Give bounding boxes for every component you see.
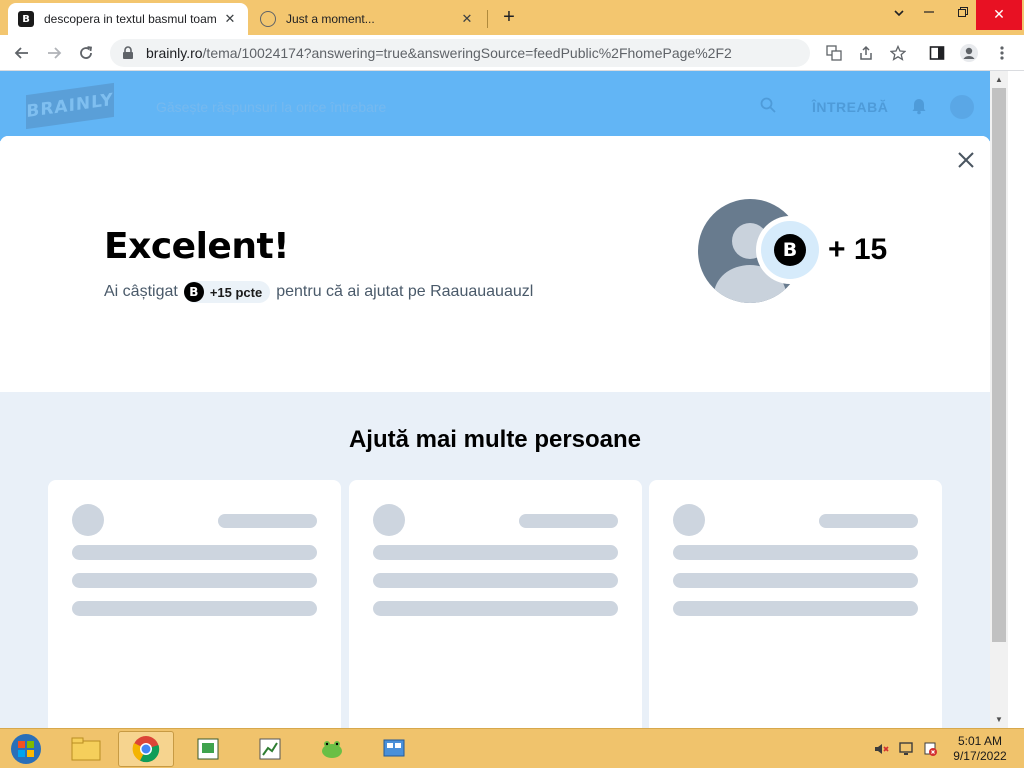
brainly-coin-icon: B <box>774 234 806 266</box>
taskbar-app-4[interactable] <box>366 731 422 767</box>
window-close-icon[interactable]: ✕ <box>976 0 1022 30</box>
clock-date: 9/17/2022 <box>953 749 1007 763</box>
taskbar-app-3[interactable] <box>304 731 360 767</box>
header-avatar[interactable] <box>950 95 974 119</box>
app-window-icon <box>197 738 219 760</box>
browser-tab-inactive[interactable]: Just a moment... ✕ <box>250 3 485 35</box>
taskbar-chrome[interactable] <box>118 731 174 767</box>
earned-suffix: pentru că ai ajutat pe Raauauauauzl <box>276 283 534 300</box>
chart-app-icon <box>259 738 281 760</box>
skeleton-line-short <box>519 514 618 528</box>
points-badge: B +15 pcte <box>183 281 271 303</box>
browser-tab-active[interactable]: B descopera in textul basmul toam ✕ <box>8 3 248 35</box>
reload-icon[interactable] <box>72 39 100 67</box>
web-page: BRAINLY Găsește răspunsuri la orice într… <box>0 71 1008 728</box>
earned-prefix: Ai câștigat <box>104 283 178 300</box>
taskbar-explorer[interactable] <box>58 731 114 767</box>
points-badge-label: +15 pcte <box>209 284 263 300</box>
skeleton-line <box>673 601 918 616</box>
browser-toolbar: brainly.ro/tema/10024174?answering=true&… <box>0 35 1024 71</box>
skeleton-line <box>72 545 317 560</box>
brainly-icon: B <box>18 11 34 27</box>
tab-close-icon[interactable]: ✕ <box>459 11 475 27</box>
scroll-down-arrow-icon[interactable]: ▼ <box>990 711 1008 728</box>
translate-icon[interactable] <box>820 39 848 67</box>
url-path: /tema/10024174?answering=true&answeringS… <box>202 45 732 61</box>
earned-points-message: Ai câștigat B +15 pcte pentru că ai ajut… <box>104 281 533 303</box>
tab-title: Just a moment... <box>286 12 375 26</box>
vertical-scrollbar[interactable]: ▲ ▼ <box>990 71 1008 728</box>
taskbar-app-2[interactable] <box>242 731 298 767</box>
lock-icon <box>122 46 136 60</box>
speaker-muted-icon[interactable] <box>873 741 889 757</box>
skeleton-line <box>673 545 918 560</box>
forward-arrow-icon[interactable] <box>40 39 68 67</box>
skeleton-line-short <box>819 514 918 528</box>
bell-icon[interactable] <box>910 97 928 115</box>
start-button[interactable] <box>6 732 46 766</box>
profile-icon[interactable] <box>955 39 983 67</box>
chrome-icon <box>132 736 160 763</box>
skeleton-line <box>673 573 918 588</box>
ask-question-button[interactable]: ÎNTREABĂ <box>812 99 888 115</box>
points-earned-modal: Excelent! Ai câștigat B +15 pcte pentru … <box>0 136 990 728</box>
points-award: + 15 <box>828 233 888 266</box>
menu-kebab-icon[interactable] <box>988 39 1016 67</box>
browser-tab-strip: B descopera in textul basmul toam ✕ Just… <box>0 0 1024 35</box>
tab-close-icon[interactable]: ✕ <box>222 11 238 27</box>
search-input[interactable]: Găsește răspunsuri la orice întrebare <box>150 93 790 121</box>
tab-title: descopera in textul basmul toam <box>44 12 217 26</box>
section-title: Ajută mai multe persoane <box>348 426 642 453</box>
question-card-placeholder[interactable] <box>48 480 341 728</box>
points-coin: B <box>761 221 819 279</box>
brainly-header: BRAINLY Găsește răspunsuri la orice într… <box>0 71 1008 141</box>
scroll-up-arrow-icon[interactable]: ▲ <box>990 71 1008 88</box>
tab-divider <box>487 10 488 28</box>
question-card-placeholder[interactable] <box>649 480 942 728</box>
folder-icon <box>71 737 101 761</box>
skeleton-line <box>373 545 618 560</box>
skeleton-line-short <box>218 514 317 528</box>
skeleton-avatar <box>72 504 104 536</box>
url-host: brainly.ro <box>146 45 203 61</box>
control-panel-icon <box>383 739 405 757</box>
skeleton-line <box>72 573 317 588</box>
frog-app-icon <box>322 741 342 758</box>
close-icon[interactable] <box>956 150 976 170</box>
search-icon[interactable] <box>760 97 776 113</box>
scrollbar-thumb[interactable] <box>992 88 1006 642</box>
windows-taskbar: 5:01 AM 9/17/2022 <box>0 728 1024 768</box>
back-arrow-icon[interactable] <box>8 39 36 67</box>
skeleton-avatar <box>673 504 705 536</box>
address-bar[interactable]: brainly.ro/tema/10024174?answering=true&… <box>110 39 810 67</box>
skeleton-line <box>373 601 618 616</box>
skeleton-line <box>72 601 317 616</box>
side-panel-icon[interactable] <box>923 39 951 67</box>
system-clock[interactable]: 5:01 AM 9/17/2022 <box>950 734 1010 764</box>
taskbar-app-1[interactable] <box>180 731 236 767</box>
share-icon[interactable] <box>852 39 880 67</box>
brainly-coin-icon: B <box>183 282 204 302</box>
globe-icon <box>260 11 276 27</box>
new-tab-button[interactable]: + <box>498 7 520 29</box>
question-card-placeholder[interactable] <box>349 480 642 728</box>
brainly-logo[interactable]: BRAINLY <box>26 82 114 130</box>
clock-time: 5:01 AM <box>957 734 1003 748</box>
window-edge <box>1008 71 1024 728</box>
windows-logo-icon <box>11 734 41 764</box>
modal-headline: Excelent! <box>104 226 290 267</box>
network-icon[interactable] <box>898 741 914 757</box>
skeleton-avatar <box>373 504 405 536</box>
bookmark-star-icon[interactable] <box>884 39 912 67</box>
modal-header-section: Excelent! Ai câștigat B +15 pcte pentru … <box>0 136 990 392</box>
url-text: brainly.ro/tema/10024174?answering=true&… <box>146 45 732 61</box>
skeleton-line <box>373 573 618 588</box>
action-center-alert-icon[interactable] <box>922 741 938 757</box>
